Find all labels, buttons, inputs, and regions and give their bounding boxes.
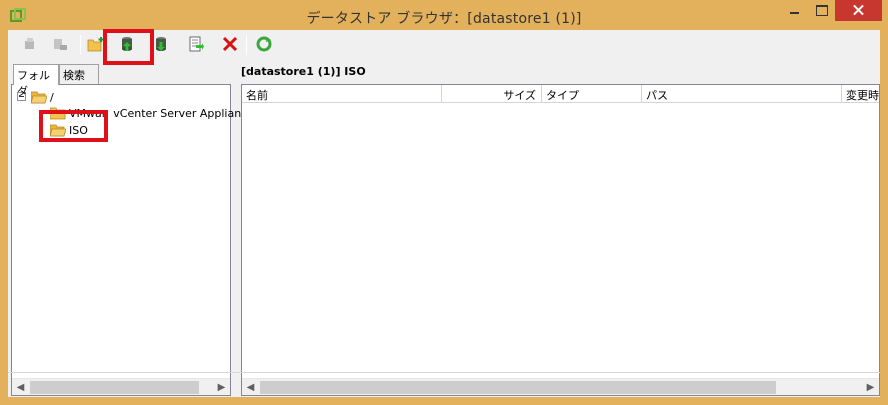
register-vm-button[interactable] [186, 34, 206, 54]
tab-folders[interactable]: フォルダ [13, 64, 59, 98]
title-bar[interactable]: データストア ブラウザ：[datastore1 (1)] [0, 0, 888, 32]
register-vm-icon [189, 36, 204, 52]
back-button[interactable] [20, 34, 40, 54]
column-header-name[interactable]: 名前 [242, 85, 442, 103]
close-button[interactable] [835, 0, 882, 21]
maximize-button[interactable] [808, 0, 834, 21]
delete-icon [222, 36, 238, 52]
iso-highlight-box [39, 110, 108, 142]
client-area: フォルダ 検索 / VMwar vCenter Server Applian I… [8, 29, 880, 400]
toolbar-separator [80, 35, 81, 55]
minimize-button[interactable] [781, 0, 807, 21]
current-path: [datastore1 (1)] ISO [241, 65, 366, 78]
column-header-path[interactable]: パス [642, 85, 842, 103]
refresh-icon [256, 36, 272, 52]
window-title: データストア ブラウザ：[datastore1 (1)] [306, 11, 582, 27]
file-list[interactable]: 名前 サイズ タイプ パス 変更時 ◀ ▶ [241, 84, 880, 396]
upload-highlight-box [103, 29, 154, 65]
delete-button[interactable] [220, 34, 240, 54]
download-button[interactable] [152, 34, 172, 54]
column-header-modified[interactable]: 変更時 [842, 85, 879, 103]
tab-search[interactable]: 検索 [59, 64, 99, 84]
refresh-button[interactable] [254, 34, 274, 54]
toolbar-separator [246, 35, 247, 55]
forward-icon [54, 39, 67, 50]
forward-button[interactable] [50, 34, 70, 54]
column-header-type[interactable]: タイプ [542, 85, 642, 103]
folder-tree[interactable]: / VMwar vCenter Server Applian ISO ◀ ▶ [11, 84, 241, 396]
datastore-browser-window: データストア ブラウザ：[datastore1 (1)] フォルダ 検索 / V… [0, 0, 888, 405]
download-icon [156, 37, 166, 51]
column-header-size[interactable]: サイズ [442, 85, 542, 103]
pane-splitter[interactable] [234, 60, 240, 400]
status-bar [8, 372, 880, 397]
tree-node-label-suffix: vCenter Server Applian [113, 106, 242, 120]
folder-open-icon [31, 91, 47, 103]
toolbar [8, 29, 880, 65]
tree-node-label: / [50, 90, 54, 104]
tree-node-root[interactable]: / [31, 89, 54, 105]
back-icon [25, 38, 34, 49]
